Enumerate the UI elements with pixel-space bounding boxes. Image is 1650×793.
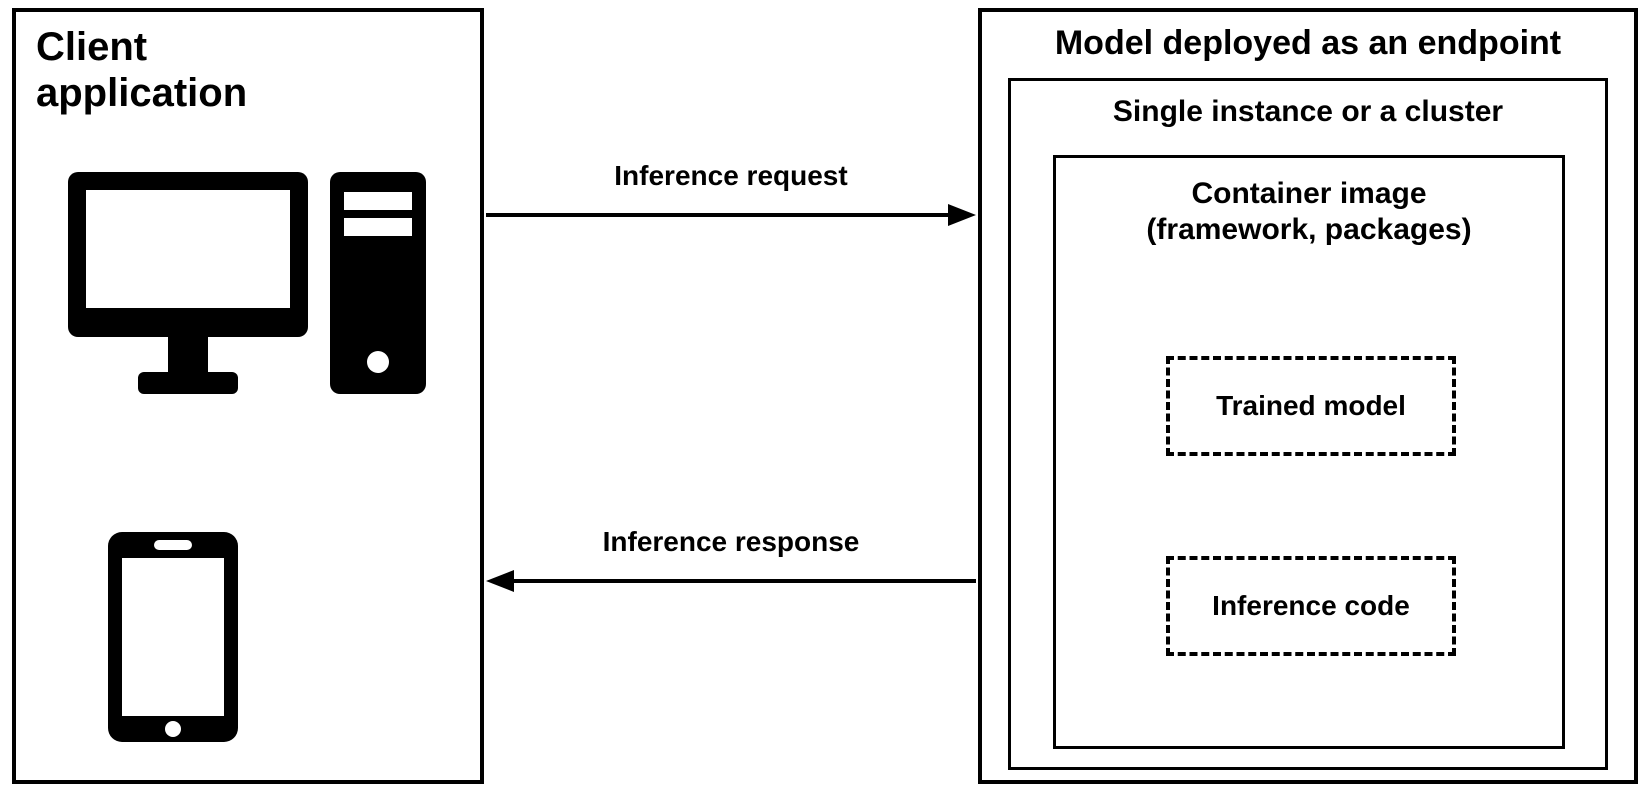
endpoint-title: Model deployed as an endpoint (982, 24, 1634, 63)
container-title: Container image (framework, packages) (1056, 176, 1562, 248)
trained-model-box: Trained model (1166, 356, 1456, 456)
client-title: Client application (36, 24, 247, 116)
response-arrow: Inference response (486, 526, 976, 596)
client-box: Client application (12, 8, 484, 784)
diagram-canvas: Client application (0, 0, 1650, 793)
inference-code-box: Inference code (1166, 556, 1456, 656)
container-title-line2: (framework, packages) (1056, 212, 1562, 248)
container-box: Container image (framework, packages) Tr… (1053, 155, 1565, 749)
endpoint-box: Model deployed as an endpoint Single ins… (978, 8, 1638, 784)
trained-model-label: Trained model (1216, 390, 1406, 422)
response-label: Inference response (486, 526, 976, 558)
container-title-line1: Container image (1056, 176, 1562, 212)
inference-code-label: Inference code (1212, 590, 1410, 622)
client-title-line1: Client application (36, 24, 247, 116)
cluster-box: Single instance or a cluster Container i… (1008, 78, 1608, 770)
smartphone-icon (108, 532, 238, 742)
request-arrow: Inference request (486, 160, 976, 230)
cluster-title: Single instance or a cluster (1011, 95, 1605, 129)
desktop-icon (68, 172, 428, 422)
request-label: Inference request (486, 160, 976, 192)
